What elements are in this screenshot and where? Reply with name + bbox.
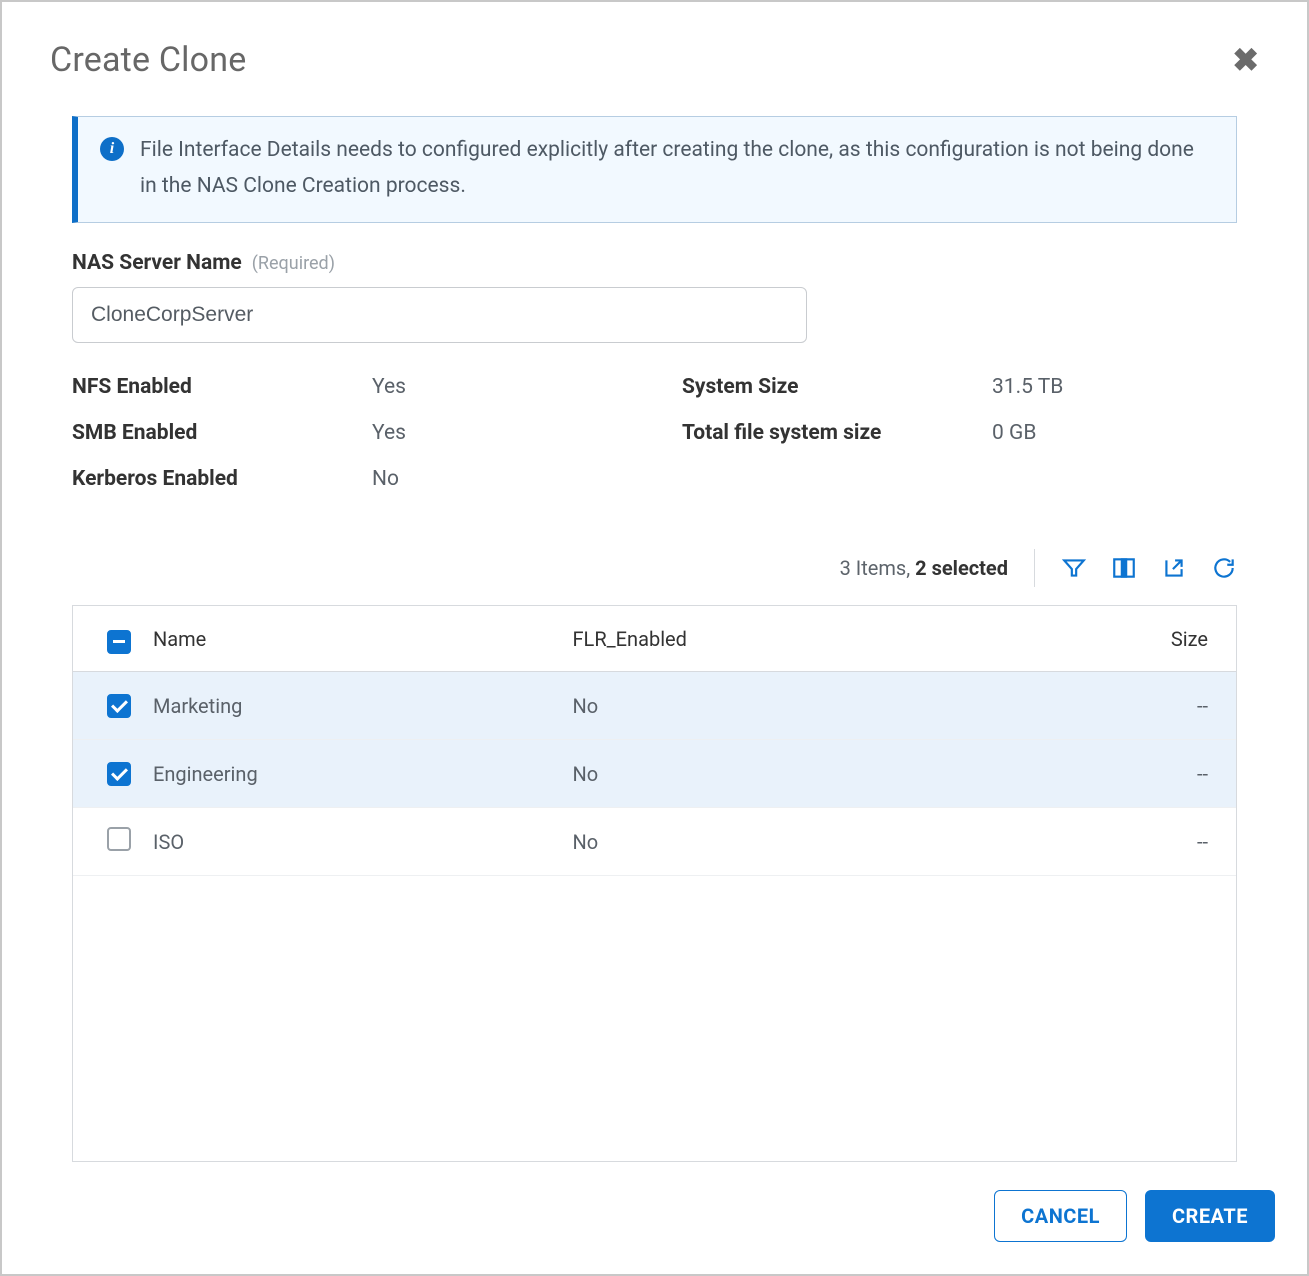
row-size: -- bbox=[976, 694, 1236, 718]
modal-header: Create Clone ✖ bbox=[2, 2, 1307, 98]
row-flr: No bbox=[557, 694, 977, 718]
columns-icon[interactable] bbox=[1111, 555, 1137, 581]
col-header-name[interactable]: Name bbox=[137, 627, 557, 651]
info-banner: i File Interface Details needs to config… bbox=[72, 116, 1237, 223]
system-size-label: System Size bbox=[682, 375, 992, 399]
info-banner-text: File Interface Details needs to configur… bbox=[140, 138, 1194, 198]
smb-enabled-value: Yes bbox=[372, 421, 682, 445]
table-row[interactable]: EngineeringNo-- bbox=[73, 740, 1236, 808]
modal-title: Create Clone bbox=[50, 40, 246, 80]
nas-server-name-input[interactable] bbox=[72, 287, 807, 343]
row-size: -- bbox=[976, 762, 1236, 786]
col-header-size[interactable]: Size bbox=[976, 627, 1236, 651]
col-header-flr[interactable]: FLR_Enabled bbox=[557, 627, 977, 651]
modal-body: i File Interface Details needs to config… bbox=[2, 98, 1307, 1162]
refresh-icon[interactable] bbox=[1211, 555, 1237, 581]
select-all-checkbox[interactable] bbox=[107, 630, 131, 654]
smb-enabled-label: SMB Enabled bbox=[72, 421, 372, 445]
row-checkbox[interactable] bbox=[107, 827, 131, 851]
table-row[interactable]: ISONo-- bbox=[73, 808, 1236, 876]
total-fs-size-value: 0 GB bbox=[992, 421, 1237, 445]
nfs-enabled-label: NFS Enabled bbox=[72, 375, 372, 399]
row-name: Engineering bbox=[137, 762, 557, 786]
table-header-row: Name FLR_Enabled Size bbox=[73, 606, 1236, 672]
row-flr: No bbox=[557, 762, 977, 786]
total-fs-size-label: Total file system size bbox=[682, 421, 992, 445]
items-summary: 3 Items, 2 selected bbox=[840, 556, 1008, 580]
export-icon[interactable] bbox=[1161, 555, 1187, 581]
nas-name-label-row: NAS Server Name (Required) bbox=[72, 251, 1237, 275]
table-toolbar: 3 Items, 2 selected bbox=[72, 549, 1237, 587]
create-clone-modal: Create Clone ✖ i File Interface Details … bbox=[0, 0, 1309, 1276]
row-checkbox[interactable] bbox=[107, 762, 131, 786]
items-count: 3 Items bbox=[840, 556, 907, 580]
create-button[interactable]: CREATE bbox=[1145, 1190, 1275, 1242]
filter-icon[interactable] bbox=[1061, 555, 1087, 581]
row-name: Marketing bbox=[137, 694, 557, 718]
selected-count: 2 selected bbox=[915, 556, 1008, 580]
system-size-value: 31.5 TB bbox=[992, 375, 1237, 399]
row-flr: No bbox=[557, 830, 977, 854]
row-size: -- bbox=[976, 830, 1236, 854]
nas-name-required-hint: (Required) bbox=[252, 253, 335, 274]
modal-footer: CANCEL CREATE bbox=[2, 1162, 1307, 1274]
kerberos-enabled-value: No bbox=[372, 467, 682, 491]
close-icon[interactable]: ✖ bbox=[1232, 44, 1259, 76]
cancel-button[interactable]: CANCEL bbox=[994, 1190, 1127, 1242]
table-row[interactable]: MarketingNo-- bbox=[73, 672, 1236, 740]
file-systems-table: Name FLR_Enabled Size MarketingNo--Engin… bbox=[72, 605, 1237, 1162]
toolbar-divider bbox=[1034, 549, 1035, 587]
table-body: MarketingNo--EngineeringNo--ISONo-- bbox=[73, 672, 1236, 1161]
properties-grid: NFS Enabled Yes System Size 31.5 TB SMB … bbox=[72, 375, 1237, 491]
nas-name-label: NAS Server Name bbox=[72, 251, 242, 275]
nfs-enabled-value: Yes bbox=[372, 375, 682, 399]
row-checkbox[interactable] bbox=[107, 694, 131, 718]
row-name: ISO bbox=[137, 830, 557, 854]
info-icon: i bbox=[100, 137, 124, 161]
kerberos-enabled-label: Kerberos Enabled bbox=[72, 467, 372, 491]
